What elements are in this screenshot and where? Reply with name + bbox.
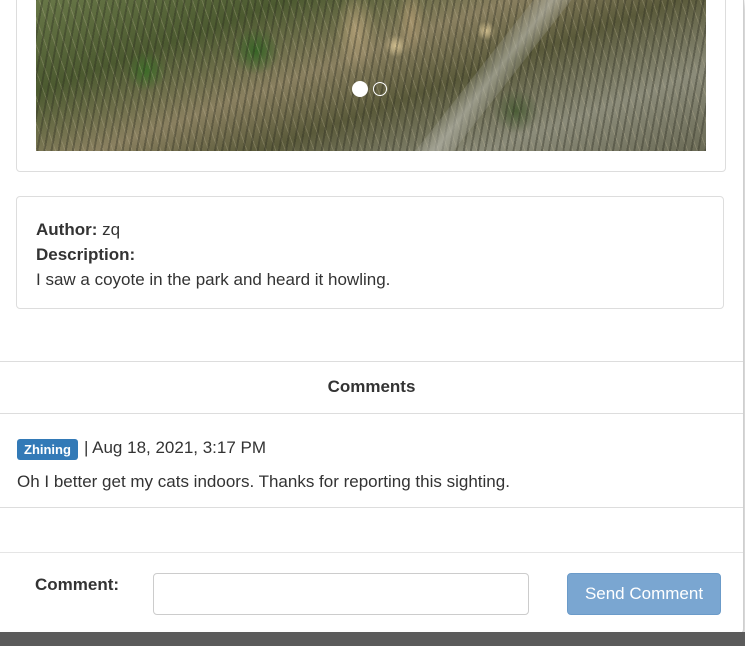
carousel-dot-2[interactable] [373,82,387,96]
comments-header: Comments [0,361,743,414]
author-value: zq [102,220,121,239]
comment-text: Oh I better get my cats indoors. Thanks … [17,472,510,491]
photo-texture [36,0,706,151]
carousel-dot-1[interactable] [352,81,368,97]
comment-meta: Zhining | Aug 18, 2021, 3:17 PM [17,437,726,460]
modal-backdrop [0,632,745,646]
sighting-photo [36,0,706,151]
send-comment-button[interactable]: Send Comment [567,573,721,615]
author-line: Author: zq [36,217,704,242]
comment-timestamp: | Aug 18, 2021, 3:17 PM [83,438,267,457]
info-panel: Author: zq Description: I saw a coyote i… [16,196,724,309]
author-label: Author: [36,220,98,239]
carousel-indicators [352,81,387,97]
user-badge: Zhining [17,439,78,460]
description-label: Description: [36,245,136,264]
modal-footer: Comment: Send Comment [0,552,743,634]
comment-label: Comment: [35,575,120,594]
comment-item: Zhining | Aug 18, 2021, 3:17 PM Oh I bet… [0,413,743,508]
description-value: I saw a coyote in the park and heard it … [36,270,391,289]
sighting-modal: Author: zq Description: I saw a coyote i… [0,0,744,635]
image-panel [16,0,726,172]
description-label-line: Description: [36,242,704,267]
comment-input[interactable] [153,573,529,615]
